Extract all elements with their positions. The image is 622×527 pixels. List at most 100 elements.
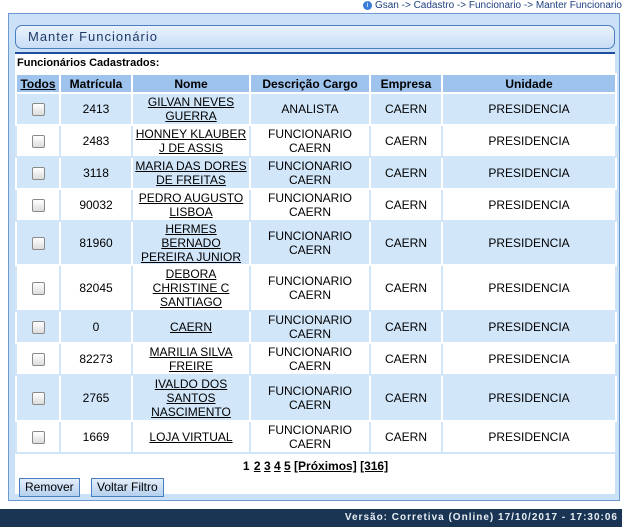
employee-link[interactable]: GILVAN NEVES GUERRA [148, 95, 234, 123]
row-checkbox[interactable] [31, 199, 45, 213]
pagination-page-link[interactable]: 5 [284, 459, 291, 473]
employee-link[interactable]: LOJA VIRTUAL [149, 430, 232, 444]
cell-nome[interactable]: PEDRO AUGUSTO LISBOA [131, 188, 251, 222]
cell-empresa: CAERN [369, 220, 443, 266]
row-checkbox-cell[interactable] [15, 220, 61, 266]
cell-matricula: 1669 [59, 420, 133, 454]
cell-cargo: FUNCIONARIO CAERN [249, 264, 371, 312]
employee-link[interactable]: IVALDO DOS SANTOS NASCIMENTO [151, 377, 231, 419]
cell-nome[interactable]: MARILIA SILVA FREIRE [131, 342, 251, 376]
column-header-empresa: Empresa [369, 73, 443, 94]
pagination-page-link[interactable]: 4 [274, 459, 281, 473]
cell-nome[interactable]: MARIA DAS DORES DE FREITAS [131, 156, 251, 190]
column-header-unidade: Unidade [441, 73, 617, 94]
cell-empresa: CAERN [369, 342, 443, 376]
cell-cargo: FUNCIONARIO CAERN [249, 220, 371, 266]
cell-unidade: PRESIDENCIA [441, 188, 617, 222]
row-checkbox[interactable] [31, 167, 45, 181]
cell-empresa: CAERN [369, 188, 443, 222]
cell-cargo: FUNCIONARIO CAERN [249, 188, 371, 222]
cell-matricula: 90032 [59, 188, 133, 222]
employee-link[interactable]: HONNEY KLAUBER J DE ASSIS [136, 127, 246, 155]
cell-empresa: CAERN [369, 420, 443, 454]
row-checkbox-cell[interactable] [15, 342, 61, 376]
cell-unidade: PRESIDENCIA [441, 156, 617, 190]
table-row: 1669 LOJA VIRTUAL FUNCIONARIO CAERN CAER… [15, 420, 617, 454]
row-checkbox-cell[interactable] [15, 264, 61, 312]
employee-link[interactable]: DEBORA CHRISTINE C SANTIAGO [153, 267, 230, 309]
table-row: 3118 MARIA DAS DORES DE FREITAS FUNCIONA… [15, 156, 617, 190]
cell-matricula: 2413 [59, 92, 133, 126]
pagination: 1 2 3 4 5 [Próximos] [316] [15, 459, 615, 473]
cell-cargo: FUNCIONARIO CAERN [249, 156, 371, 190]
cell-nome[interactable]: DEBORA CHRISTINE C SANTIAGO [131, 264, 251, 312]
cell-matricula: 82045 [59, 264, 133, 312]
table-row: 0 CAERN FUNCIONARIO CAERN CAERN PRESIDEN… [15, 310, 617, 344]
table-row: 81960 HERMES BERNADO PEREIRA JUNIOR FUNC… [15, 220, 617, 266]
cell-empresa: CAERN [369, 124, 443, 158]
remove-button[interactable]: Remover [19, 478, 80, 497]
select-all-link[interactable]: Todos [20, 77, 55, 91]
cell-cargo: ANALISTA [249, 92, 371, 126]
cell-nome[interactable]: LOJA VIRTUAL [131, 420, 251, 454]
cell-cargo: FUNCIONARIO CAERN [249, 374, 371, 422]
cell-nome[interactable]: HERMES BERNADO PEREIRA JUNIOR [131, 220, 251, 266]
row-checkbox[interactable] [31, 282, 45, 296]
cell-nome[interactable]: IVALDO DOS SANTOS NASCIMENTO [131, 374, 251, 422]
version-footer: Versão: Corretiva (Online) 17/10/2017 - … [0, 509, 622, 527]
table-row: 2413 GILVAN NEVES GUERRA ANALISTA CAERN … [15, 92, 617, 126]
cell-nome[interactable]: CAERN [131, 310, 251, 344]
row-checkbox-cell[interactable] [15, 156, 61, 190]
cell-unidade: PRESIDENCIA [441, 264, 617, 312]
cell-empresa: CAERN [369, 310, 443, 344]
cell-matricula: 3118 [59, 156, 133, 190]
cell-cargo: FUNCIONARIO CAERN [249, 310, 371, 344]
row-checkbox[interactable] [31, 135, 45, 149]
pagination-last-link[interactable]: [316] [360, 459, 388, 473]
cell-empresa: CAERN [369, 374, 443, 422]
row-checkbox-cell[interactable] [15, 92, 61, 126]
row-checkbox[interactable] [31, 392, 45, 406]
employee-link[interactable]: CAERN [170, 320, 212, 334]
cell-matricula: 0 [59, 310, 133, 344]
column-header-matricula: Matrícula [59, 73, 133, 94]
row-checkbox-cell[interactable] [15, 188, 61, 222]
select-all-header[interactable]: Todos [15, 73, 61, 94]
main-panel: Manter Funcionário Funcionários Cadastra… [8, 13, 620, 501]
table-row: 2483 HONNEY KLAUBER J DE ASSIS FUNCIONAR… [15, 124, 617, 158]
pagination-current-page: 1 [242, 459, 250, 473]
row-checkbox-cell[interactable] [15, 310, 61, 344]
cell-cargo: FUNCIONARIO CAERN [249, 124, 371, 158]
cell-cargo: FUNCIONARIO CAERN [249, 342, 371, 376]
cell-nome[interactable]: GILVAN NEVES GUERRA [131, 92, 251, 126]
cell-empresa: CAERN [369, 156, 443, 190]
row-checkbox[interactable] [31, 431, 45, 445]
cell-unidade: PRESIDENCIA [441, 342, 617, 376]
row-checkbox-cell[interactable] [15, 124, 61, 158]
pagination-page-link[interactable]: 3 [264, 459, 271, 473]
employee-link[interactable]: HERMES BERNADO PEREIRA JUNIOR [141, 222, 241, 264]
row-checkbox[interactable] [31, 103, 45, 117]
row-checkbox[interactable] [31, 321, 45, 335]
cell-matricula: 2483 [59, 124, 133, 158]
row-checkbox[interactable] [31, 353, 45, 367]
employee-link[interactable]: MARIA DAS DORES DE FREITAS [135, 159, 246, 187]
pagination-next-link[interactable]: [Próximos] [294, 459, 357, 473]
pagination-page-link[interactable]: 2 [254, 459, 261, 473]
table-body: 2413 GILVAN NEVES GUERRA ANALISTA CAERN … [15, 92, 617, 454]
back-filter-button[interactable]: Voltar Filtro [91, 478, 164, 497]
cell-nome[interactable]: HONNEY KLAUBER J DE ASSIS [131, 124, 251, 158]
section-label: Funcionários Cadastrados: [17, 57, 160, 69]
employee-link[interactable]: PEDRO AUGUSTO LISBOA [139, 191, 243, 219]
cell-unidade: PRESIDENCIA [441, 374, 617, 422]
employee-table: Todos Matrícula Nome Descrição Cargo Emp… [15, 73, 617, 454]
cell-unidade: PRESIDENCIA [441, 92, 617, 126]
table-row: 90032 PEDRO AUGUSTO LISBOA FUNCIONARIO C… [15, 188, 617, 222]
row-checkbox[interactable] [31, 237, 45, 251]
row-checkbox-cell[interactable] [15, 374, 61, 422]
row-checkbox-cell[interactable] [15, 420, 61, 454]
info-circle-icon: i [362, 0, 372, 10]
employee-link[interactable]: MARILIA SILVA FREIRE [150, 345, 233, 373]
cell-empresa: CAERN [369, 92, 443, 126]
cell-unidade: PRESIDENCIA [441, 420, 617, 454]
